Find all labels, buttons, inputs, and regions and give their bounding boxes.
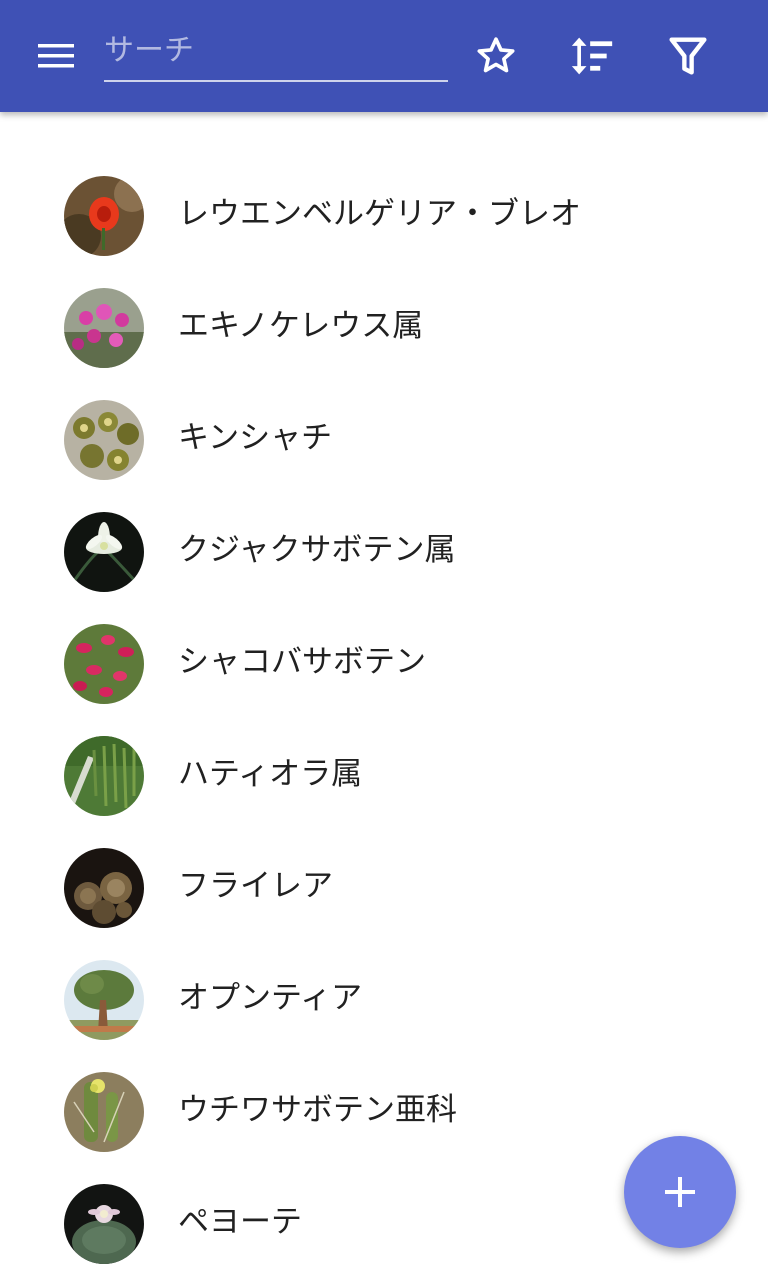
list-item[interactable]: クジャクサボテン属	[0, 492, 768, 604]
plant-thumbnail	[64, 288, 144, 368]
plant-thumbnail	[64, 848, 144, 928]
list-item[interactable]: エキノケレウス属	[0, 268, 768, 380]
plant-name: エキノケレウス属	[178, 308, 424, 344]
plant-name: オプンティア	[178, 980, 363, 1016]
plant-thumbnail	[64, 960, 144, 1040]
search-field	[104, 22, 448, 82]
sort-icon	[571, 37, 613, 75]
filter-button[interactable]	[660, 28, 716, 84]
plant-thumbnail	[64, 624, 144, 704]
plant-thumbnail	[64, 1184, 144, 1264]
menu-button[interactable]	[24, 32, 88, 80]
star-icon	[477, 37, 515, 73]
plant-thumbnail	[64, 176, 144, 256]
plant-name: レウエンベルゲリア・ブレオ	[178, 196, 581, 232]
plant-thumbnail	[64, 400, 144, 480]
plant-name: ハティオラ属	[178, 756, 363, 792]
list-item[interactable]: オプンティア	[0, 940, 768, 1052]
menu-icon	[38, 44, 74, 68]
sort-button[interactable]	[564, 28, 620, 84]
list-item[interactable]: フライレア	[0, 828, 768, 940]
favorites-button[interactable]	[468, 28, 524, 84]
plant-name: フライレア	[178, 868, 333, 904]
add-icon	[665, 1177, 695, 1207]
plant-name: シャコバサボテン	[178, 644, 426, 680]
plant-name: ペヨーテ	[178, 1204, 302, 1240]
plant-thumbnail	[64, 1072, 144, 1152]
filter-icon	[669, 37, 707, 75]
list-item[interactable]: ハティオラ属	[0, 716, 768, 828]
plant-list: レウエンベルゲリア・ブレオ エキノケレウス属 キンシャチ クジャクサボテン属 シ…	[0, 156, 768, 1276]
list-item[interactable]: レウエンベルゲリア・ブレオ	[0, 156, 768, 268]
app-bar	[0, 0, 768, 112]
add-button[interactable]	[624, 1136, 736, 1248]
plant-name: ウチワサボテン亜科	[178, 1092, 457, 1128]
list-item[interactable]: キンシャチ	[0, 380, 768, 492]
plant-thumbnail	[64, 736, 144, 816]
plant-thumbnail	[64, 512, 144, 592]
list-item[interactable]: シャコバサボテン	[0, 604, 768, 716]
plant-name: キンシャチ	[178, 420, 333, 456]
search-input[interactable]	[104, 22, 448, 78]
plant-name: クジャクサボテン属	[178, 532, 456, 568]
